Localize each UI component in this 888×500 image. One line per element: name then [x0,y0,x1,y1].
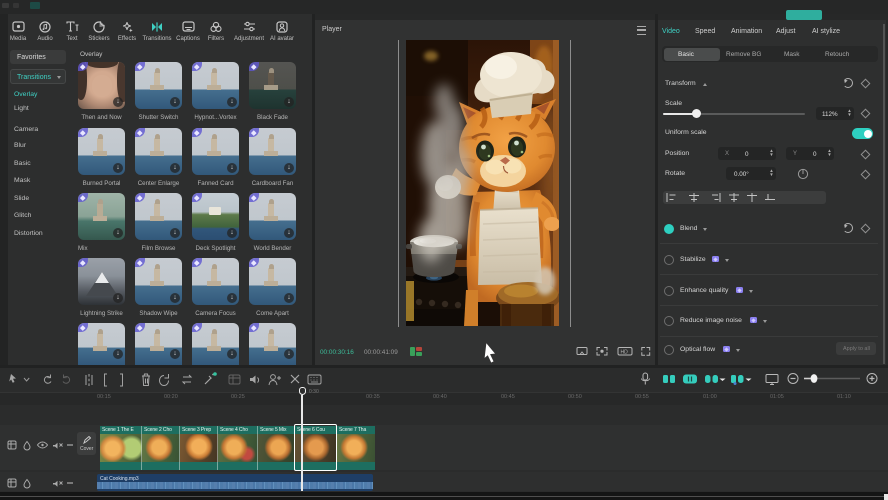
svg-text:HD: HD [621,350,629,356]
